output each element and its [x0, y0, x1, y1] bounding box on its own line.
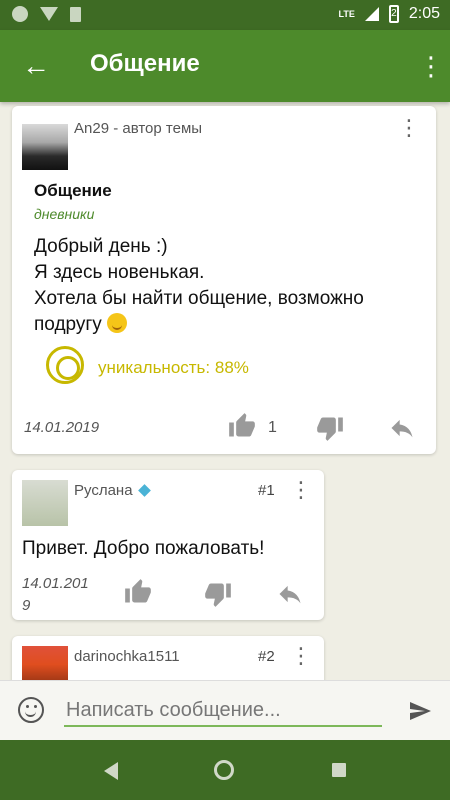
wifi-icon — [40, 7, 58, 21]
like-count: 1 — [268, 419, 277, 436]
nav-back-icon[interactable] — [104, 762, 118, 780]
like-icon[interactable] — [124, 578, 152, 606]
topic-body-line: Я здесь новенькая. — [34, 262, 205, 283]
overflow-menu-icon[interactable]: ⋮ — [418, 50, 444, 86]
reply-card: Руслана #1 ⋮ Привет. Добро пожаловать! 1… — [12, 470, 324, 620]
app-bar: ← Общение ⋮ — [0, 30, 450, 102]
topic-body-line: Добрый день :) — [34, 236, 168, 257]
fingerprint-icon — [46, 346, 84, 384]
dislike-icon[interactable] — [204, 580, 232, 608]
page-title: Общение — [90, 50, 200, 77]
nav-recents-icon[interactable] — [332, 763, 346, 777]
nav-home-icon[interactable] — [214, 760, 234, 780]
back-arrow-icon[interactable]: ← — [18, 48, 54, 84]
status-bar: LTE 2 2:05 — [0, 0, 450, 30]
battery-icon: 2 — [388, 5, 399, 23]
reply-author[interactable]: darinochka1511 — [74, 648, 180, 665]
topic-author[interactable]: An29 - автор темы — [74, 120, 202, 137]
topic-date: 14.01.2019 — [24, 419, 100, 436]
notification-icon — [12, 6, 28, 22]
topic-title: Общение — [34, 181, 112, 200]
topic-body: Добрый день :) Я здесь новенькая. Хотела… — [34, 234, 424, 338]
smile-emoji-icon — [107, 313, 128, 333]
reply-menu-icon[interactable]: ⋮ — [290, 645, 312, 667]
signal-icon — [364, 7, 379, 21]
send-icon[interactable] — [406, 699, 434, 723]
reply-date: 14.01.201 9 — [22, 573, 89, 617]
reply-date-line: 14.01.201 — [22, 575, 89, 592]
reply-card: darinochka1511 #2 ⋮ — [12, 636, 324, 680]
topic-category[interactable]: дневники — [34, 206, 94, 222]
verified-badge-icon — [138, 484, 151, 497]
system-nav-bar — [0, 740, 450, 800]
dislike-icon[interactable] — [316, 414, 344, 442]
topic-body-line: Хотела бы найти общение, возможно — [34, 288, 364, 309]
topic-body-line: подругу — [34, 314, 102, 335]
topic-card: An29 - автор темы ⋮ Общение дневники Доб… — [12, 106, 436, 454]
clock: 2:05 — [408, 5, 440, 22]
avatar[interactable] — [22, 480, 68, 526]
reply-icon[interactable] — [276, 580, 304, 608]
avatar[interactable] — [22, 124, 68, 170]
emoji-icon[interactable] — [18, 697, 44, 723]
message-composer — [0, 680, 450, 741]
reply-icon[interactable] — [388, 414, 416, 442]
reply-number: #1 — [258, 482, 275, 499]
message-input[interactable] — [64, 695, 382, 727]
reply-text: Привет. Добро пожаловать! — [22, 538, 265, 559]
reply-author[interactable]: Руслана — [74, 482, 133, 499]
like-icon[interactable] — [228, 412, 256, 440]
reply-date-line: 9 — [22, 597, 31, 614]
network-type: LTE — [338, 9, 355, 19]
topic-menu-icon[interactable]: ⋮ — [398, 117, 420, 139]
sd-card-icon — [70, 6, 81, 22]
uniqueness-label: уникальность: 88% — [98, 358, 249, 377]
avatar[interactable] — [22, 646, 68, 680]
reply-menu-icon[interactable]: ⋮ — [290, 479, 312, 501]
thread-content[interactable]: An29 - автор темы ⋮ Общение дневники Доб… — [0, 102, 450, 680]
reply-number: #2 — [258, 648, 275, 665]
